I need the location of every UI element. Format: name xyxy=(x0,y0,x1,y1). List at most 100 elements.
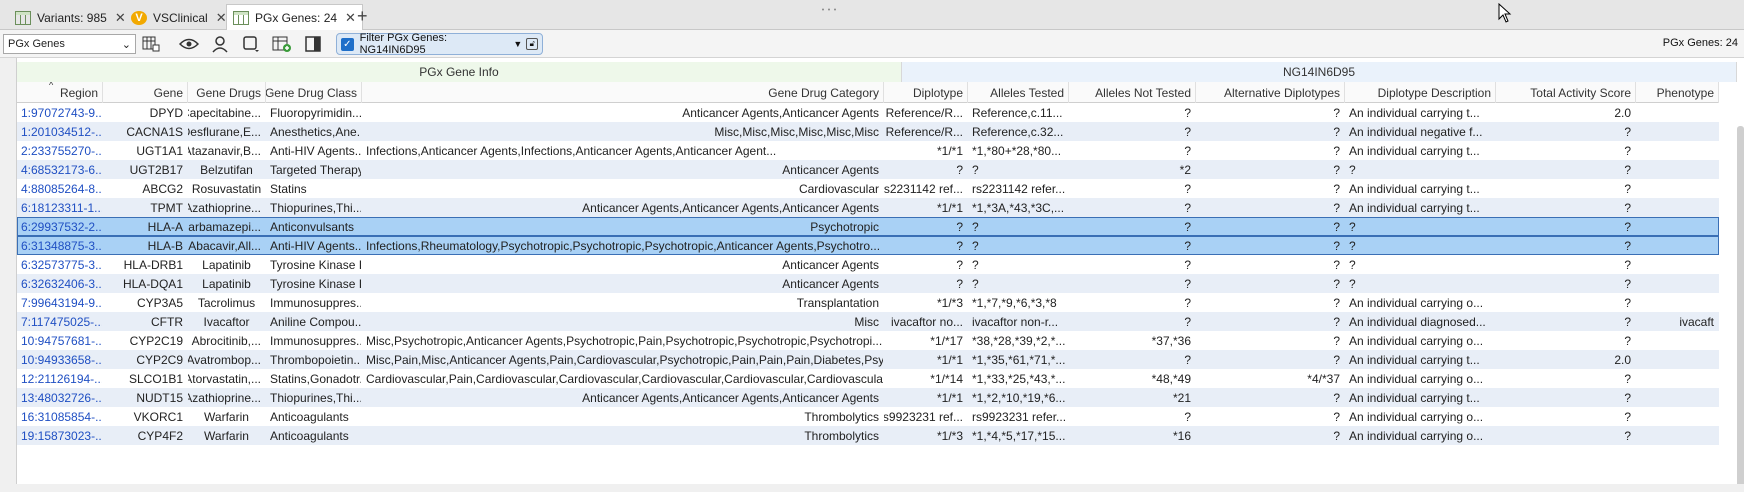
cell-region[interactable]: 12:21126194-... xyxy=(17,369,103,388)
vertical-scrollbar[interactable] xyxy=(1737,126,1744,488)
cell-gene-drugs: Tacrolimus xyxy=(197,295,256,310)
close-icon[interactable]: ✕ xyxy=(345,10,356,26)
cell-alleles-tested: ? xyxy=(972,257,979,272)
column-header-total-activity-score[interactable]: Total Activity Score xyxy=(1496,82,1636,103)
cell-alleles-tested: rs2231142 refer... xyxy=(972,181,1066,196)
select-button[interactable] xyxy=(240,34,262,54)
add-tab-icon[interactable]: + xyxy=(357,6,368,27)
cell-region[interactable]: 4:68532173-6... xyxy=(17,160,103,179)
cell-region[interactable]: 10:94933658-... xyxy=(17,350,103,369)
column-layout-button[interactable] xyxy=(140,34,162,54)
table-row[interactable]: 6:29937532-2... HLA-A Carbamazepi... Antico… xyxy=(17,217,1719,236)
cell-gene: TPMT xyxy=(150,200,183,215)
cell-total-activity-score: ? xyxy=(1624,238,1631,253)
column-header-alleles-not-tested[interactable]: Alleles Not Tested xyxy=(1069,82,1196,103)
cell-total-activity-score: ? xyxy=(1624,162,1631,177)
cell-region[interactable]: 6:29937532-2... xyxy=(17,217,103,236)
cell-gene-drug-category: Anticancer Agents,Anticancer Agents,Anti… xyxy=(582,200,879,215)
cell-gene: NUDT15 xyxy=(136,390,183,405)
cell-region[interactable]: 16:31085854-... xyxy=(17,407,103,426)
cell-gene-drug-class: Thiopurines,Thi... xyxy=(270,390,362,405)
cell-total-activity-score: ? xyxy=(1624,333,1631,348)
horizontal-scrollbar[interactable] xyxy=(0,484,1744,492)
cell-phenotype: ivacaft xyxy=(1679,314,1714,329)
column-header-diplotype[interactable]: Diplotype xyxy=(884,82,968,103)
cell-region[interactable]: 1:201034512-... xyxy=(17,122,103,141)
cell-alleles-tested: *1,*35,*61,*71,*... xyxy=(972,352,1066,367)
table-row[interactable]: 19:15873023-... CYP4F2 Warfarin Anticoagula… xyxy=(17,426,1719,445)
cell-region[interactable]: 6:32632406-3... xyxy=(17,274,103,293)
cell-gene-drugs: Carbamazepi... xyxy=(188,219,261,234)
user-button[interactable] xyxy=(210,34,232,54)
cell-gene-drugs: Azathioprine... xyxy=(188,390,261,405)
cell-region[interactable]: 6:18123311-1... xyxy=(17,198,103,217)
cell-region[interactable]: 2:233755270-... xyxy=(17,141,103,160)
cell-alternative-diplotypes: *4/*37 xyxy=(1307,371,1340,386)
add-column-button[interactable] xyxy=(271,34,293,54)
table-select[interactable]: PGx Genes ⌄ xyxy=(3,34,136,54)
tab-pgx-genes[interactable]: PGx Genes: 24 ✕ xyxy=(226,4,363,31)
cell-region[interactable]: 4:88085264-8... xyxy=(17,179,103,198)
table-row[interactable]: 4:88085264-8... ABCG2 Rosuvastatin Statins C… xyxy=(17,179,1719,198)
column-header-gene-drug-category[interactable]: Gene Drug Category xyxy=(362,82,884,103)
cell-region[interactable]: 1:97072743-9... xyxy=(17,103,103,122)
cell-region[interactable]: 19:15873023-... xyxy=(17,426,103,445)
checkbox-checked-icon[interactable]: ✓ xyxy=(341,37,354,51)
filter-label: Filter PGx Genes: NG14IN6D95 xyxy=(359,32,448,56)
table-row[interactable]: 6:18123311-1... TPMT Azathioprine... Thiopu… xyxy=(17,198,1719,217)
cell-region[interactable]: 7:99643194-9... xyxy=(17,293,103,312)
cell-gene: CYP2C19 xyxy=(129,333,183,348)
column-header-diplotype-description[interactable]: Diplotype Description xyxy=(1345,82,1496,103)
table-row[interactable]: 1:97072743-9... DPYD Capecitabine... Fluoro… xyxy=(17,103,1719,122)
cell-region[interactable]: 13:48032726-... xyxy=(17,388,103,407)
cell-phenotype xyxy=(1636,369,1719,388)
cell-diplotype-description: An individual carrying t... xyxy=(1349,143,1480,158)
cell-region[interactable]: 10:94757681-... xyxy=(17,331,103,350)
table-row[interactable]: 6:32632406-3... HLA-DQA1 Lapatinib Tyrosine… xyxy=(17,274,1719,293)
visibility-button[interactable] xyxy=(178,34,200,54)
column-header-phenotype[interactable]: Phenotype xyxy=(1636,82,1719,103)
cell-gene: SLCO1B1 xyxy=(128,371,183,386)
table-row[interactable]: 6:32573775-3... HLA-DRB1 Lapatinib Tyrosine… xyxy=(17,255,1719,274)
column-header-gene-drug-class[interactable]: Gene Drug Class xyxy=(266,82,362,103)
close-icon[interactable]: ✕ xyxy=(216,10,227,26)
filter-chip[interactable]: ✓ Filter PGx Genes: NG14IN6D95 ▼ 🔓︎ xyxy=(336,32,543,56)
window-grip[interactable] xyxy=(814,0,844,11)
table-row[interactable]: 4:68532173-6... UGT2B17 Belzutifan Targeted… xyxy=(17,160,1719,179)
cell-gene-drug-category: Anticancer Agents,Anticancer Agents,Anti… xyxy=(582,390,879,405)
tab-vsclinical[interactable]: V VSClinical ✕ xyxy=(124,4,234,30)
table-row[interactable]: 7:99643194-9... CYP3A5 Tacrolimus Immunosup… xyxy=(17,293,1719,312)
column-header-gene-drugs[interactable]: Gene Drugs xyxy=(188,82,266,103)
cell-total-activity-score: ? xyxy=(1624,314,1631,329)
table-row[interactable]: 12:21126194-... SLCO1B1 Atorvastatin,... St… xyxy=(17,369,1719,388)
cell-region[interactable]: 6:32573775-3... xyxy=(17,255,103,274)
cell-gene: HLA-B xyxy=(147,238,183,253)
column-header-alternative-diplotypes[interactable]: Alternative Diplotypes xyxy=(1196,82,1345,103)
table-row[interactable]: 7:117475025-... CFTR Ivacaftor Aniline Comp… xyxy=(17,312,1719,331)
table-row[interactable]: 6:31348875-3... HLA-B Abacavir,All... Anti-… xyxy=(17,236,1719,255)
table-row[interactable]: 16:31085854-... VKORC1 Warfarin Anticoagula… xyxy=(17,407,1719,426)
tab-variants[interactable]: Variants: 985 ✕ xyxy=(8,4,133,30)
table-row[interactable]: 10:94757681-... CYP2C19 Abrocitinib,... Imm… xyxy=(17,331,1719,350)
cell-diplotype-description: An individual carrying o... xyxy=(1349,428,1484,443)
table-row[interactable]: 2:233755270-... UGT1A1 Atazanavir,B... Anti… xyxy=(17,141,1719,160)
panel-toggle-button[interactable] xyxy=(302,34,324,54)
column-header-region[interactable]: ^ Region xyxy=(17,82,103,103)
lock-icon[interactable]: 🔓︎ xyxy=(526,38,539,50)
table-row[interactable]: 13:48032726-... NUDT15 Azathioprine... Thio… xyxy=(17,388,1719,407)
cell-diplotype: rs2231142 ref... xyxy=(884,181,963,196)
cell-diplotype: ? xyxy=(956,257,963,272)
cell-alleles-not-tested: ? xyxy=(1184,143,1191,158)
column-header-gene[interactable]: Gene xyxy=(103,82,188,103)
cell-gene-drugs: Rosuvastatin xyxy=(191,181,262,196)
cell-region[interactable]: 6:31348875-3... xyxy=(17,236,103,255)
dropdown-arrow-icon[interactable]: ▼ xyxy=(513,39,522,49)
cell-region[interactable]: 7:117475025-... xyxy=(17,312,103,331)
cell-alternative-diplotypes: ? xyxy=(1333,428,1340,443)
column-header-alleles-tested[interactable]: Alleles Tested xyxy=(968,82,1069,103)
cell-alleles-tested: ivacaftor non-r... xyxy=(972,314,1059,329)
cell-total-activity-score: ? xyxy=(1624,181,1631,196)
cell-alleles-tested: *1,*33,*25,*43,*... xyxy=(972,371,1066,386)
table-row[interactable]: 10:94933658-... CYP2C9 Avatrombop... Thromb… xyxy=(17,350,1719,369)
table-row[interactable]: 1:201034512-... CACNA1S Desflurane,E... Ane… xyxy=(17,122,1719,141)
